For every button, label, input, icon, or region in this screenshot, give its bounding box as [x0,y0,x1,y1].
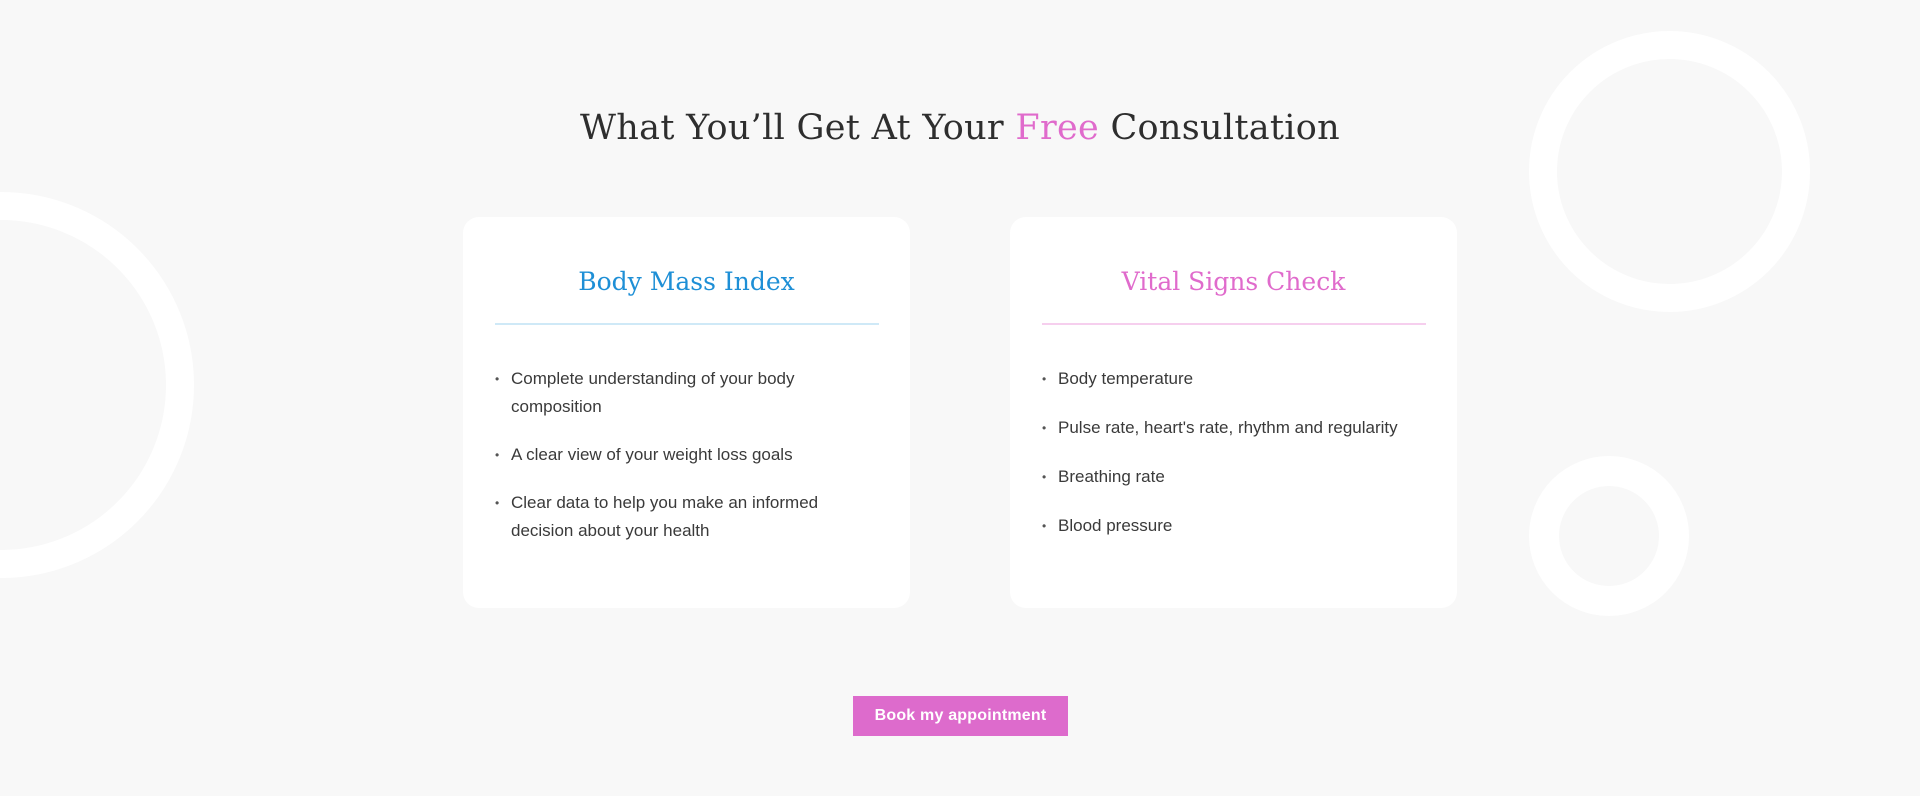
bullet-icon: • [495,372,500,386]
list-item-text: Body temperature [1058,369,1194,388]
list-item: • Blood pressure [1042,512,1432,540]
list-item: • Pulse rate, heart's rate, rhythm and re… [1042,414,1432,442]
list-item: • Breathing rate [1042,463,1432,491]
bullet-icon: • [495,448,500,462]
card-title: Body Mass Index [578,267,795,296]
section-heading: What You’ll Get At Your Free Consultatio… [0,100,1920,156]
list-item: • A clear view of your weight loss goals [495,441,885,469]
list-item-text: Pulse rate, heart's rate, rhythm and reg… [1058,418,1398,437]
decorative-ring-top-right [1529,31,1810,312]
heading-text-after: Consultation [1099,108,1340,148]
decorative-ring-left [0,192,194,578]
card-divider [495,323,879,325]
book-appointment-button[interactable]: Book my appointment [853,696,1068,736]
consultation-section: What You’ll Get At Your Free Consultatio… [0,0,1920,796]
heading-text-before: What You’ll Get At Your [580,108,1016,148]
decorative-ring-small-right [1529,456,1689,616]
list-item: • Body temperature [1042,365,1432,393]
card-divider [1042,323,1426,325]
list-item: • Complete understanding of your body com… [495,365,885,421]
bullet-icon: • [1042,421,1047,435]
card-vital-signs-check: Vital Signs Check • Body temperature • Pul… [1010,217,1457,608]
bullet-icon: • [1042,519,1047,533]
bullet-icon: • [1042,470,1047,484]
card-title: Vital Signs Check [1121,267,1346,296]
card-feature-list: • Body temperature • Pulse rate, heart's r… [1042,365,1432,561]
heading-accent-word: Free [1015,108,1100,148]
list-item-text: Blood pressure [1058,516,1173,535]
list-item-text: Breathing rate [1058,467,1165,486]
list-item-text: A clear view of your weight loss goals [511,445,793,464]
bullet-icon: • [495,496,500,510]
bullet-icon: • [1042,372,1047,386]
card-feature-list: • Complete understanding of your body com… [495,365,885,565]
list-item-text: Clear data to help you make an informed … [511,493,819,540]
card-body-mass-index: Body Mass Index • Complete understanding … [463,217,910,608]
list-item: • Clear data to help you make an informed… [495,489,885,545]
list-item-text: Complete understanding of your body comp… [511,369,795,416]
